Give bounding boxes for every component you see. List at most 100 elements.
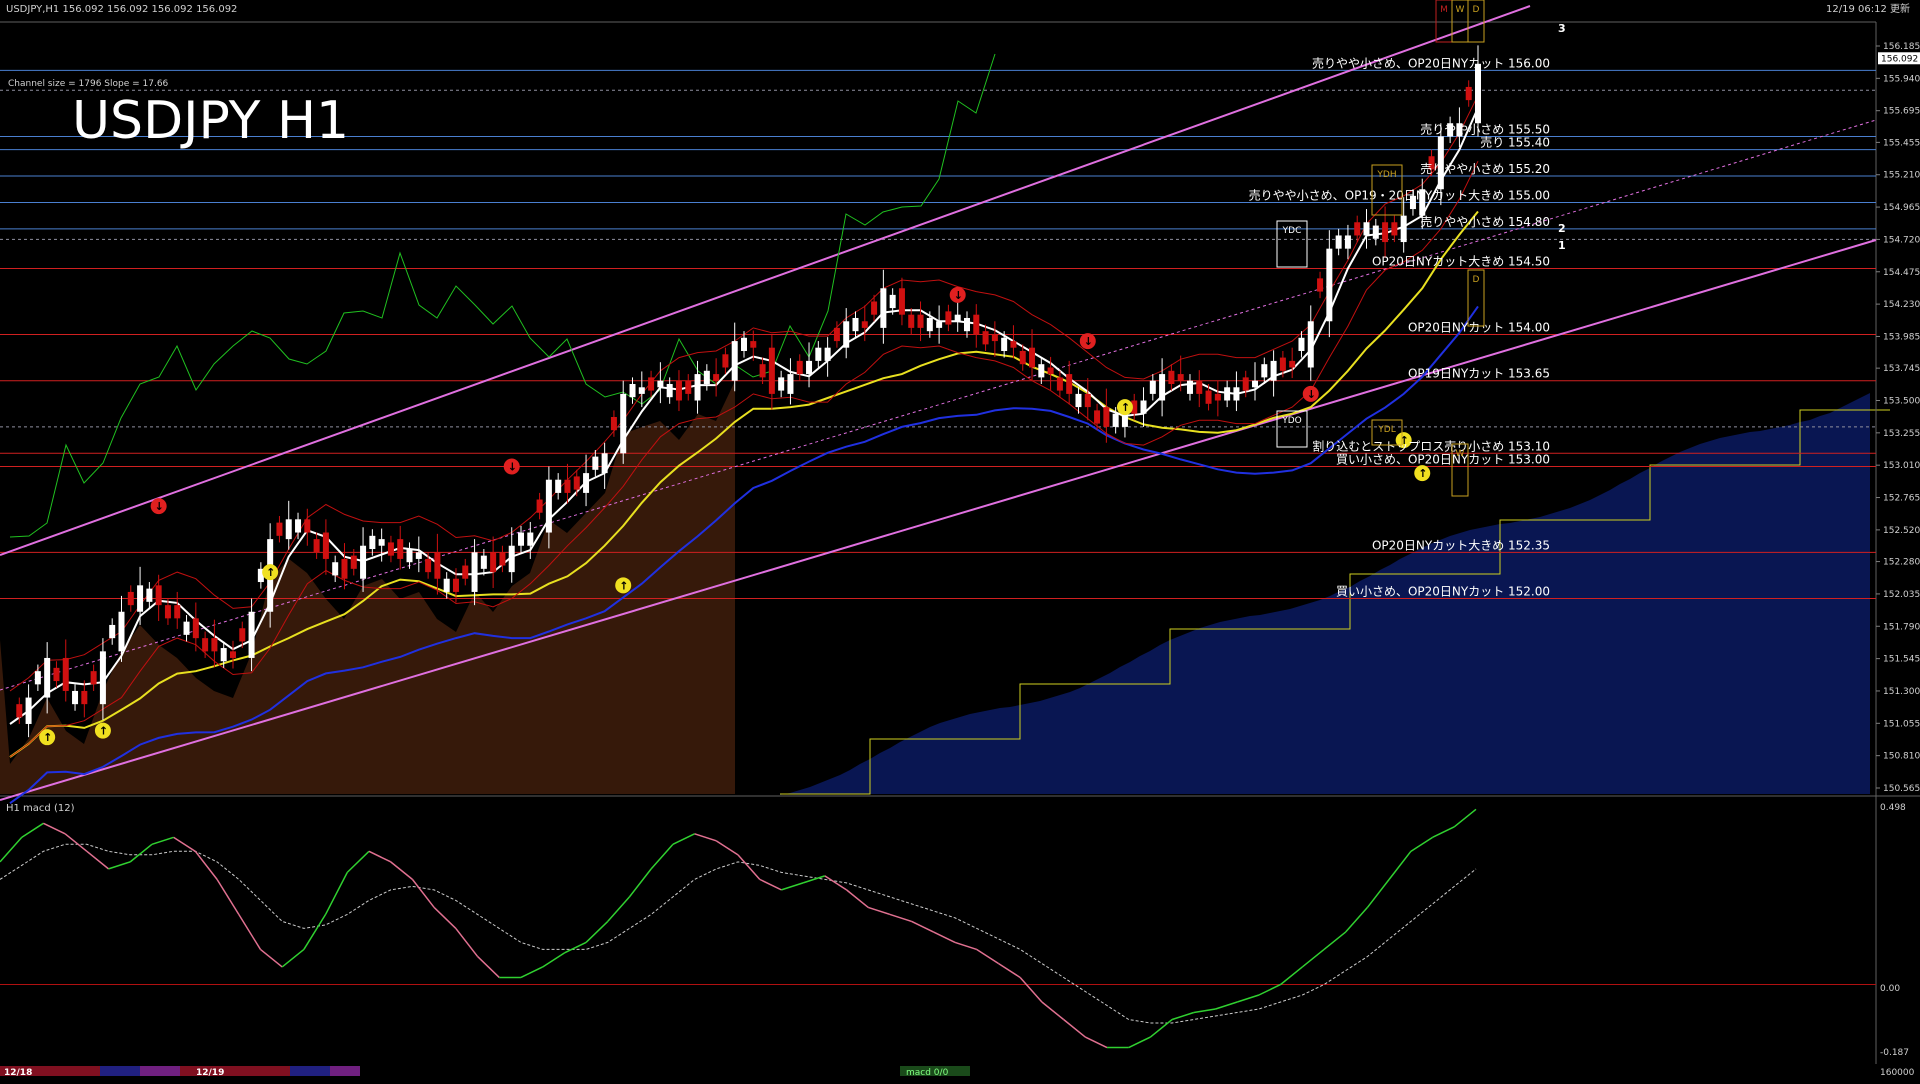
candle-body [425,558,432,573]
big-title: USDJPY H1 [72,91,349,151]
level-label: 売りやや小さめ、OP19・20日NYカット大きめ 155.00 [1249,187,1550,202]
candle-body [1159,374,1166,401]
price-tick-label: 150.565 [1883,784,1920,794]
candle-body [648,377,655,391]
chart-svg[interactable]: ↓↑↓↑↓↓↑↓↑↑↑↑ 売りやや小さめ、OP20日NYカット 156.00売り… [0,0,1920,1080]
candle-body [722,354,729,368]
candle-body [1279,357,1286,371]
candle-body [1075,393,1082,408]
candle-body [443,578,450,592]
chart-window[interactable]: ↓ ↑ ↓ ↑ ↓ ↓ ↑ ↓ ↑ ↑ ↑ ↑ 売りやや小さめ、OP20日NYカット 156.00 売り… [0,0,1920,1080]
candle-body [295,519,302,533]
candle-body [164,605,171,619]
candle-body [202,638,209,652]
price-tick-label: 155.940 [1883,74,1920,84]
candle-body [685,380,692,394]
candle-body [908,314,915,328]
candle-body [917,314,924,328]
time-label-1218: 12/18 [4,1068,32,1078]
candle-body [220,648,227,662]
candle-body [1475,63,1481,124]
price-tick-label: 155.695 [1883,107,1920,117]
candle-body [982,331,989,345]
level-label: OP20日NYカット大きめ 152.35 [1372,538,1550,552]
candle-body [1038,364,1045,378]
candle-body [1047,367,1054,375]
candle-body [638,387,645,394]
candle-body [963,317,970,332]
candle-body [629,383,636,398]
candle-body [1029,347,1036,368]
candle-body [81,690,88,705]
candle-body [787,374,794,394]
candle-body [545,479,552,533]
candle-body [1363,222,1370,236]
candle-body [1252,380,1259,388]
candle-body [666,383,673,398]
candle-body [304,519,311,533]
arrow-glyph: ↑ [43,731,52,744]
candle-body [991,334,998,342]
candle-body [1344,235,1351,249]
candle-body [25,697,32,724]
candle-body [155,585,162,606]
level-label: 売りやや小さめ 154.80 [1420,214,1550,229]
time-axis[interactable]: 12/18 12/19 macd 0/0 160000 [0,1064,1920,1080]
candle-body [1391,222,1398,236]
macd-tick-zero: 0.00 [1880,984,1900,994]
arrow-glyph: ↓ [508,461,517,474]
candle-body [44,657,51,698]
candle-body [573,476,580,490]
candle-body [248,611,255,658]
candle-body [1186,380,1193,394]
session-box-label: YDC [1282,226,1302,236]
price-tick-label: 153.010 [1883,461,1920,471]
candle-body [592,456,599,470]
candle-body [518,532,525,546]
candle-body [192,618,199,639]
candle-body [109,624,116,639]
candle-body [1372,225,1379,239]
level-label: 売りやや小さめ 155.20 [1420,161,1550,176]
channel-number: 2 [1558,222,1566,235]
session-box-label: W [1456,5,1465,15]
candle-body [229,651,236,658]
volume-value: 160000 [1880,1068,1915,1078]
candle-body [852,317,859,332]
price-tick-label: 156.185 [1883,42,1920,52]
candle-body [1205,390,1212,404]
candle-body [174,605,181,619]
candle-body [1177,374,1184,381]
candle-body [843,321,850,348]
candle-body [62,657,69,691]
price-tick-label: 151.545 [1883,655,1920,665]
candle-body [1335,235,1342,249]
candle-body [322,532,329,559]
candle-body [360,545,367,579]
candle-body [898,288,905,315]
candle-body [1094,410,1101,424]
candle-body [620,393,627,454]
arrow-glyph: ↑ [1121,401,1130,414]
candle-body [1103,407,1110,427]
candle-body [1400,215,1407,243]
candle-body [527,532,534,546]
symbol-info: USDJPY,H1 156.092 156.092 156.092 156.09… [6,4,237,15]
session-bar-3 [140,1066,180,1076]
candle-body [675,380,682,401]
candle-body [1168,370,1175,384]
candle-body [555,479,562,493]
macd-status-label: macd 0/0 [906,1068,949,1078]
candle-body [350,555,357,569]
candle-body [415,552,422,559]
candle-body [945,311,952,325]
candle-body [824,347,831,361]
price-tick-label: 152.765 [1883,494,1920,504]
candle-body [610,417,617,431]
current-price-label: 156.092 [1881,54,1918,64]
candle-body [53,667,60,682]
session-box-label: M [1440,5,1448,15]
candle-body [1001,337,1008,351]
candle-body [387,542,394,556]
price-tick-label: 153.745 [1883,364,1920,374]
